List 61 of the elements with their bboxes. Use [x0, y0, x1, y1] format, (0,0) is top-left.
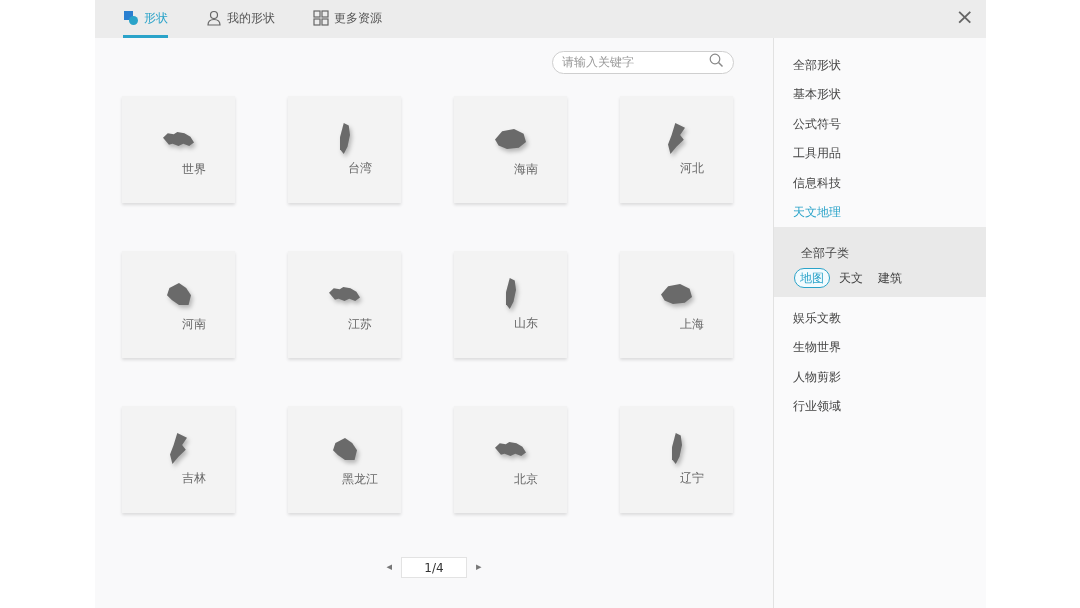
map-silhouette-icon	[163, 132, 194, 146]
grid-icon	[313, 9, 329, 26]
shape-label: 辽宁	[679, 470, 704, 487]
shape-icon	[123, 9, 139, 26]
shape-label: 江苏	[347, 316, 372, 333]
shape-card[interactable]: 世界	[122, 96, 235, 203]
map-silhouette-icon	[329, 287, 360, 301]
person-icon	[206, 9, 222, 26]
category-item[interactable]: 行业领域	[774, 391, 841, 421]
shape-label: 北京	[513, 471, 538, 488]
shape-label: 河北	[679, 160, 704, 177]
map-silhouette-icon	[505, 278, 516, 309]
category-item[interactable]: 工具用品	[774, 138, 841, 168]
shape-card[interactable]: 黑龙江	[288, 406, 401, 513]
shape-card[interactable]: 河南	[122, 251, 235, 358]
shape-label: 河南	[181, 316, 206, 333]
shape-card[interactable]: 台湾	[288, 96, 401, 203]
shape-label: 山东	[513, 315, 538, 332]
subcategory-chip[interactable]: 天文	[833, 268, 869, 288]
map-silhouette-icon	[339, 123, 350, 154]
shape-label: 上海	[679, 316, 704, 333]
category-item[interactable]: 天文地理	[774, 197, 841, 227]
shape-label: 黑龙江	[341, 471, 378, 488]
category-item[interactable]: 公式符号	[774, 109, 841, 139]
subcategory-chip[interactable]: 建筑	[872, 268, 908, 288]
shape-card[interactable]: 上海	[620, 251, 733, 358]
category-item[interactable]: 全部形状	[774, 50, 841, 80]
map-silhouette-icon	[671, 433, 682, 464]
category-item[interactable]: 信息科技	[774, 168, 841, 198]
category-item[interactable]: 基本形状	[774, 79, 841, 109]
search-field[interactable]: 请输入关键字	[552, 50, 734, 74]
previous-page-button[interactable]: ◂	[383, 559, 395, 576]
map-silhouette-icon	[661, 284, 692, 304]
subcategory-all-item[interactable]: 全部子类	[801, 244, 849, 262]
category-item[interactable]: 生物世界	[774, 332, 841, 362]
map-silhouette-icon	[166, 283, 191, 305]
shape-label: 世界	[181, 161, 206, 178]
search-icon	[709, 53, 724, 68]
tab[interactable]: 更多资源	[313, 0, 382, 38]
shape-card[interactable]: 海南	[454, 96, 567, 203]
shape-card[interactable]: 江苏	[288, 251, 401, 358]
shape-label: 吉林	[181, 470, 206, 487]
map-silhouette-icon	[495, 129, 526, 149]
shape-label: 海南	[513, 161, 538, 178]
subcategory-chip[interactable]: 地图	[794, 268, 830, 288]
page-field[interactable]: 1/4	[401, 557, 467, 578]
next-page-button[interactable]: ▸	[473, 559, 485, 576]
shape-card[interactable]: 辽宁	[620, 406, 733, 513]
category-item[interactable]: 娱乐文教	[774, 303, 841, 333]
shape-label: 台湾	[347, 160, 372, 177]
shape-card[interactable]: 北京	[454, 406, 567, 513]
close-button[interactable]: ×	[951, 4, 978, 30]
map-silhouette-icon	[332, 438, 357, 460]
shape-card[interactable]: 河北	[620, 96, 733, 203]
map-silhouette-icon	[668, 123, 685, 154]
shape-card[interactable]: 山东	[454, 251, 567, 358]
map-silhouette-icon	[170, 433, 187, 464]
map-silhouette-icon	[495, 442, 526, 456]
category-item[interactable]: 人物剪影	[774, 362, 841, 392]
tab[interactable]: 我的形状	[206, 0, 275, 38]
shape-card[interactable]: 吉林	[122, 406, 235, 513]
